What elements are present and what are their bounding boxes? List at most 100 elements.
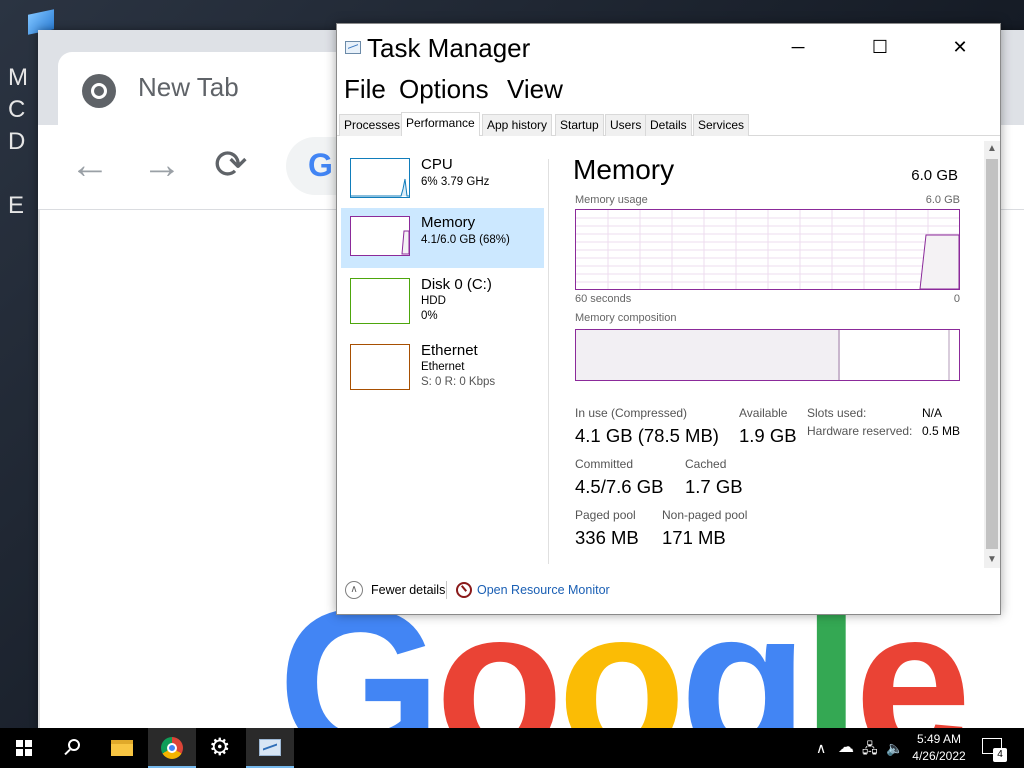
memory-composition-bar [575,329,960,381]
desktop-side-text: M C D E [8,64,28,219]
cached-value: 1.7 GB [685,476,743,497]
reload-icon[interactable]: ⟳ [214,145,248,185]
window-title: Task Manager [367,33,531,63]
taskbar: ⚙ ∧ ☁ 🖧 🔈 5:49 AM 4/26/2022 4 [0,728,1024,768]
resource-name: CPU [421,156,453,173]
ethernet-mini-graph [350,344,410,390]
network-icon[interactable]: 🖧 [862,728,878,768]
pane-divider[interactable] [548,159,549,564]
tab-app-history[interactable]: App history [482,114,553,136]
time-end-label: 0 [953,293,960,305]
in-use-label: In use (Compressed) [575,406,688,420]
chrome-logo-icon [82,74,116,108]
resource-detail: 0% [421,310,438,322]
composition-standby-divider [948,330,950,380]
resource-detail: HDD [421,295,446,307]
notification-count-badge: 4 [993,748,1007,762]
memory-mini-graph [350,216,410,256]
memory-usage-graph [575,209,960,290]
tab-users[interactable]: Users [605,114,647,136]
file-explorer-button[interactable] [98,728,146,768]
folder-icon [111,740,133,756]
menu-file[interactable]: File [344,74,386,105]
resource-detail: S: 0 R: 0 Kbps [421,376,496,388]
chrome-tab-title: New Tab [138,72,239,102]
open-resource-monitor-link[interactable]: Open Resource Monitor [477,583,610,597]
chrome-divider [38,210,40,728]
tab-performance[interactable]: Performance [401,112,480,136]
resource-memory[interactable]: Memory 4.1/6.0 GB (68%) [341,208,544,268]
search-icon [68,739,80,751]
clock[interactable]: 5:49 AM 4/26/2022 [906,731,972,765]
cpu-mini-graph [350,158,410,198]
vertical-scrollbar[interactable]: ▲ ▼ [984,141,1000,568]
title-bar[interactable]: Task Manager ─ ☐ ✕ [337,24,1000,70]
available-value: 1.9 GB [739,425,797,446]
chrome-icon [161,737,183,759]
task-manager-icon [259,739,281,756]
volume-icon[interactable]: 🔈 [886,728,903,768]
footer: ∧ Fewer details Open Resource Monitor [337,572,1000,612]
non-paged-pool-label: Non-paged pool [662,508,748,522]
settings-taskbar-button[interactable]: ⚙ [197,728,245,768]
minimize-button[interactable]: ─ [757,24,839,70]
composition-label: Memory composition [575,312,677,324]
clock-time: 5:49 AM [916,732,962,746]
tab-bar: Processes Performance App history Startu… [337,112,1000,136]
scroll-down-icon[interactable]: ▼ [984,552,1000,568]
committed-label: Committed [575,457,634,471]
tab-processes[interactable]: Processes [339,114,406,136]
resource-detail: 6% 3.79 GHz [421,176,490,188]
composition-in-use [576,330,840,380]
search-button[interactable] [48,728,96,768]
tab-services[interactable]: Services [693,114,750,136]
in-use-value: 4.1 GB (78.5 MB) [575,425,719,446]
chrome-taskbar-button[interactable] [148,728,196,768]
tab-details[interactable]: Details [645,114,692,136]
google-g-icon: G [308,147,333,183]
forward-arrow-icon[interactable]: → [142,145,182,185]
resource-detail: 4.1/6.0 GB (68%) [421,234,510,246]
back-arrow-icon[interactable]: ← [70,145,110,185]
resource-name: Memory [421,214,476,231]
usage-graph-label: Memory usage [575,194,648,206]
slots-used-label: Slots used: [807,406,867,420]
cloud-icon[interactable]: ☁ [838,728,854,768]
task-manager-icon [345,41,361,54]
memory-heading: Memory [573,154,675,185]
task-manager-taskbar-button[interactable] [246,728,294,768]
committed-value: 4.5/7.6 GB [575,476,664,497]
resource-disk[interactable]: Disk 0 (C:) HDD 0% [341,270,544,330]
menu-view[interactable]: View [507,74,563,105]
cached-label: Cached [685,457,727,471]
chevron-up-icon[interactable]: ∧ [345,581,363,599]
time-span-label: 60 seconds [575,293,632,305]
resource-ethernet[interactable]: Ethernet Ethernet S: 0 R: 0 Kbps [341,336,544,396]
clock-date: 4/26/2022 [912,749,966,763]
scroll-thumb[interactable] [986,159,998,549]
tab-startup[interactable]: Startup [555,114,604,136]
memory-total: 6.0 GB [911,167,958,184]
usage-graph-max: 6.0 GB [925,194,960,206]
fewer-details-button[interactable]: Fewer details [371,583,445,597]
non-paged-pool-value: 171 MB [662,527,726,548]
resource-detail: Ethernet [421,361,465,373]
start-button[interactable] [0,728,48,768]
maximize-button[interactable]: ☐ [839,24,921,70]
disk-mini-graph [350,278,410,324]
resource-monitor-icon [456,582,472,598]
close-button[interactable]: ✕ [919,24,1001,70]
gear-icon: ⚙ [209,734,231,761]
resource-cpu[interactable]: CPU 6% 3.79 GHz [341,150,544,210]
menu-options[interactable]: Options [399,74,489,105]
scroll-up-icon[interactable]: ▲ [984,141,1000,157]
paged-pool-label: Paged pool [575,508,636,522]
footer-separator [446,581,447,599]
hardware-reserved-value: 0.5 MB [922,424,961,438]
paged-pool-value: 336 MB [575,527,639,548]
slots-used-value: N/A [922,406,943,420]
resource-name: Disk 0 (C:) [421,276,492,293]
task-manager-window: Task Manager ─ ☐ ✕ File Options View Pro… [336,23,1001,615]
windows-logo-icon [16,740,32,756]
show-hidden-icons-chevron-icon[interactable]: ∧ [816,728,826,768]
